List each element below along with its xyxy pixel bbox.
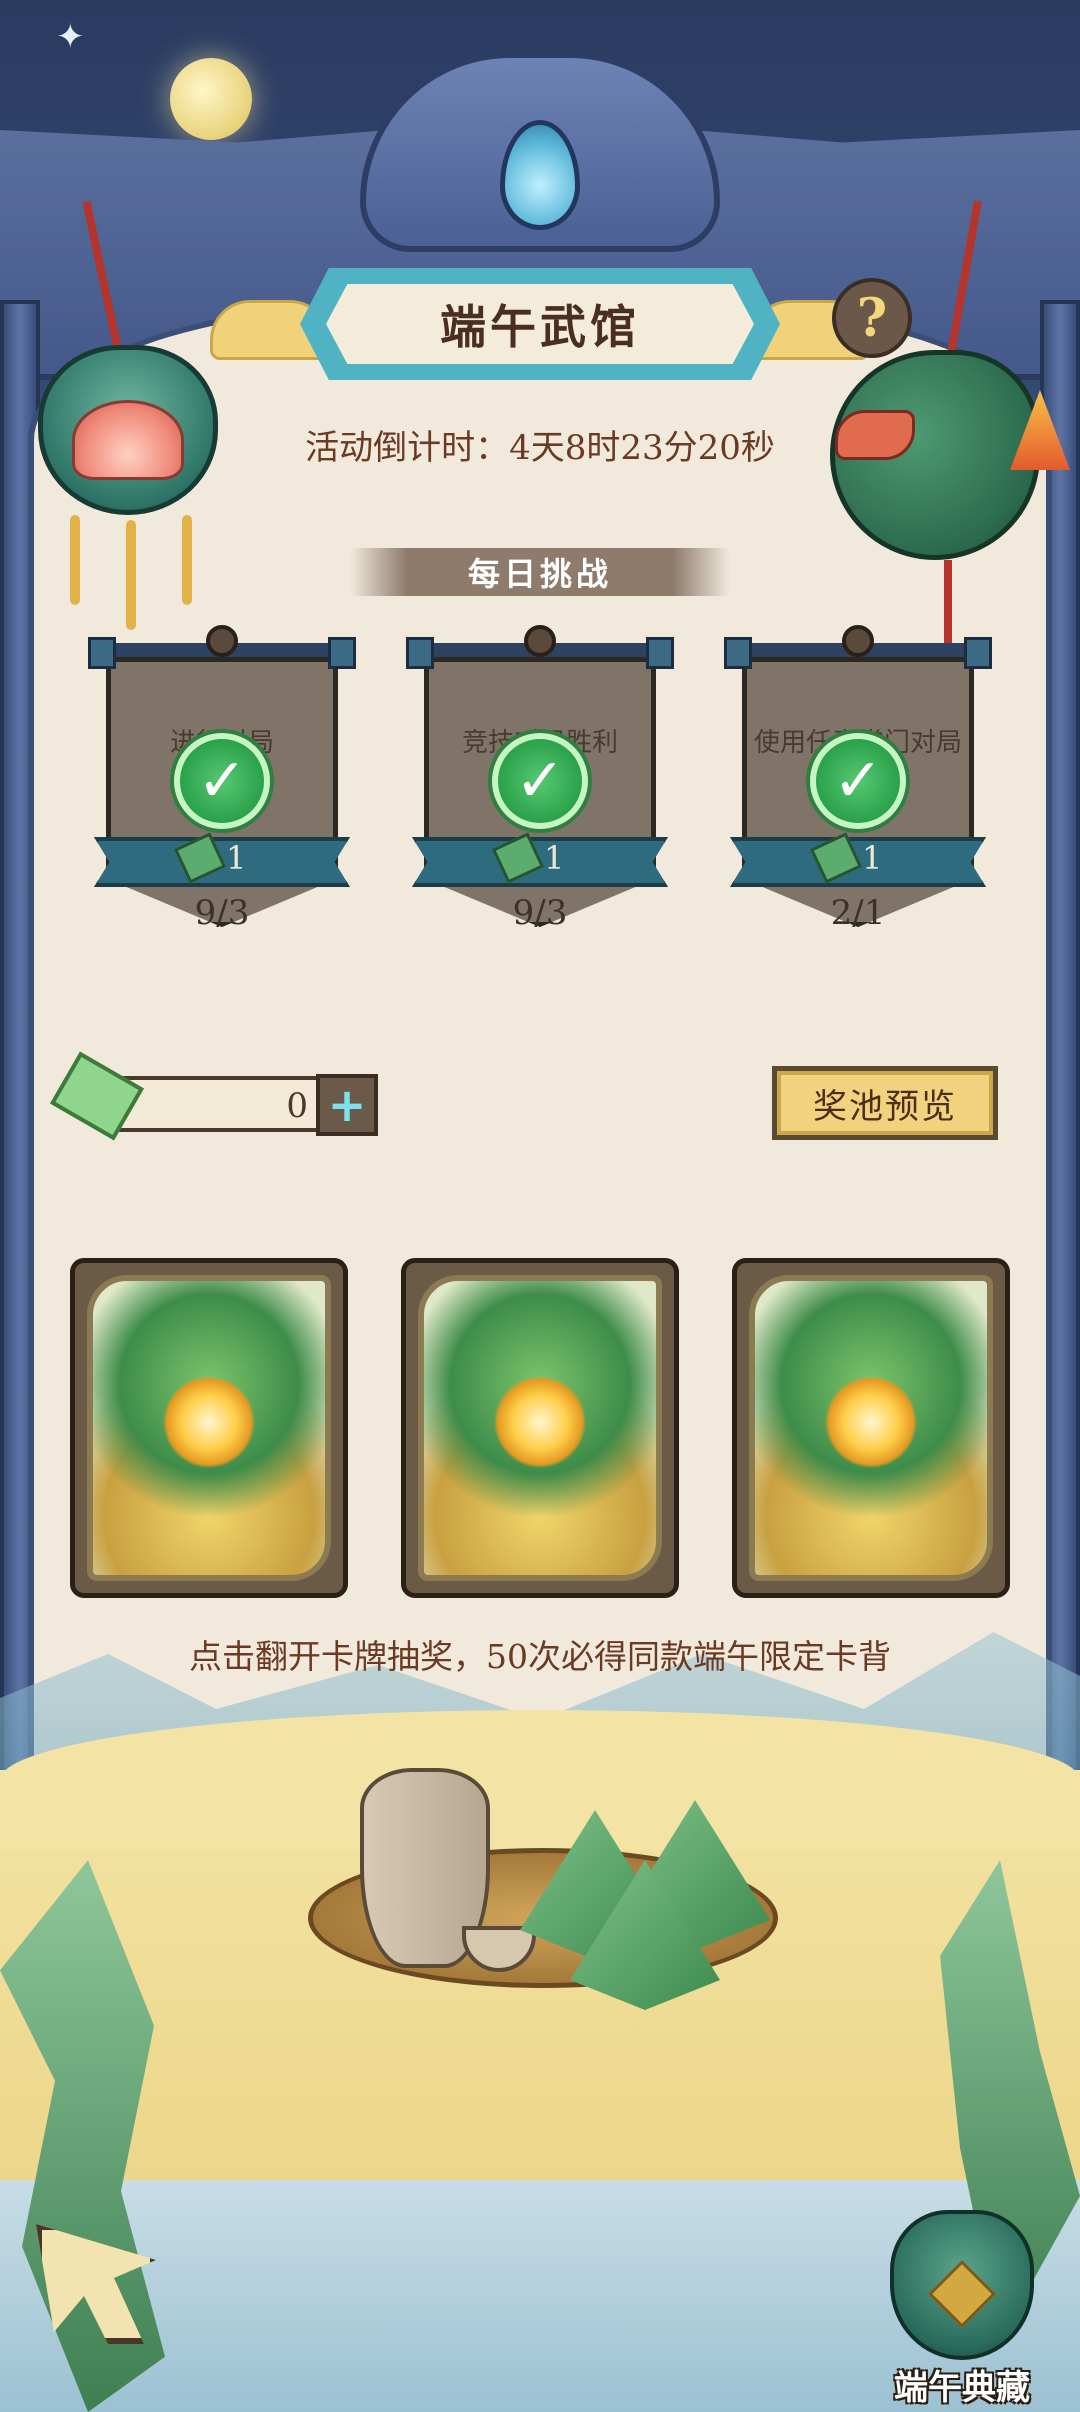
collection-label: 端午典藏 [894,2368,1030,2408]
event-countdown: 活动倒计时：4天8时23分20秒 [305,428,775,468]
reward-count: 1 [544,839,565,877]
challenge-progress: 2/1 [830,893,886,933]
plus-icon: + [327,1078,367,1132]
tassel [70,515,80,605]
star-icon: ✦ [56,17,85,57]
draw-card[interactable] [70,1258,348,1598]
prize-pool-preview-button[interactable]: 奖池预览 [772,1066,998,1140]
card-back-art [749,1275,993,1581]
card-back-art [87,1275,331,1581]
tassel [182,515,192,605]
ticket-count: 0 [286,1086,308,1126]
tassel [126,520,136,630]
help-button[interactable]: ? [832,278,912,358]
daily-challenge-banner: 每日挑战 [350,548,730,596]
completed-check-icon: ✓ [492,733,588,829]
page-title: 端午武馆 [326,284,754,364]
challenge-progress: 9/3 [512,893,568,933]
draw-hint: 点击翻开卡牌抽奖，50次必得同款端午限定卡背 [189,1637,891,1676]
reward-count: 1 [862,839,883,877]
completed-check-icon: ✓ [174,733,270,829]
completed-check-icon: ✓ [810,733,906,829]
challenge-board[interactable]: 使用任意掌门对局胜利 ✓ 1 2/1 [724,625,992,955]
board-hook [206,625,238,657]
challenge-progress: 9/3 [194,893,250,933]
draw-card[interactable] [732,1258,1010,1598]
reward-count: 1 [226,839,247,877]
dragon-boat-collection-button[interactable]: 端午典藏 [872,2210,1052,2412]
card-back-art [418,1275,662,1581]
challenge-board[interactable]: 竞技对局胜利 ✓ 1 9/3 [406,625,674,955]
draw-card[interactable] [401,1258,679,1598]
challenge-board[interactable]: 进行对局 ✓ 1 9/3 [88,625,356,955]
add-ticket-button[interactable]: + [316,1074,378,1136]
board-hook [524,625,556,657]
board-hook [842,625,874,657]
moon [170,58,252,140]
question-icon: ? [856,287,888,349]
